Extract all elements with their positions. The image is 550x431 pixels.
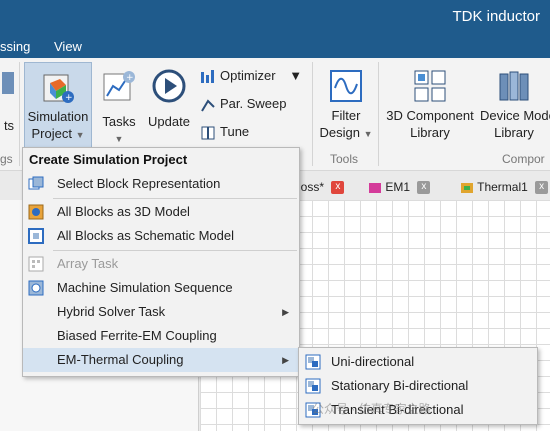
submenu-arrow-icon: ▶ [282, 355, 289, 365]
partial-tool-icon [2, 72, 14, 94]
window-title: TDK inductor [452, 8, 540, 25]
menu-item-all-blocks-schematic[interactable]: All Blocks as Schematic Model [23, 224, 299, 248]
menu-item-all-blocks-3d[interactable]: All Blocks as 3D Model [23, 200, 299, 224]
document-tabs: loss* x EM1 x Thermal1 x [290, 176, 550, 198]
optimizer-button[interactable]: Optimizer ▼ [200, 68, 302, 85]
components-group-label: Compor [502, 152, 545, 166]
create-simulation-project-menu: Create Simulation Project Select Block R… [22, 147, 300, 377]
tune-icon [201, 126, 215, 140]
tasks-button[interactable]: + Tasks ▼ [96, 62, 142, 146]
coupling-icon [305, 378, 321, 394]
chevron-down-icon: ▼ [363, 129, 373, 139]
watermark: 公众号 · 仿真专家之路 [312, 402, 431, 416]
tasks-icon: + [103, 71, 135, 101]
books-library-icon [499, 71, 529, 101]
tools-group-label: Tools [330, 152, 359, 166]
close-icon[interactable]: x [535, 181, 549, 195]
block-representation-icon [28, 176, 44, 190]
menu-bar: ssing View [0, 34, 550, 58]
submenu-arrow-icon: ▶ [282, 307, 289, 317]
simulation-project-button[interactable]: + Simulation Project ▼ [24, 62, 92, 148]
menu-separator [53, 198, 297, 199]
par-sweep-button[interactable]: Par. Sweep [200, 96, 287, 113]
par-sweep-icon [201, 98, 215, 112]
menu-item-select-block-representation[interactable]: Select Block Representation [23, 172, 299, 196]
tab-em1[interactable]: EM1 x [368, 176, 431, 198]
menu-processing[interactable]: ssing [0, 39, 30, 54]
ribbon-divider [378, 62, 379, 166]
menu-item-em-thermal-coupling[interactable]: EM-Thermal Coupling ▶ [23, 348, 299, 372]
chevron-down-icon: ▼ [75, 130, 85, 140]
tune-button[interactable]: Tune [200, 124, 249, 141]
chevron-down-icon: ▼ [114, 134, 124, 144]
title-bar: TDK inductor [0, 0, 550, 34]
ribbon-divider [19, 62, 20, 166]
ribbon-divider [312, 62, 313, 166]
component-library-button[interactable]: 3D Component Library [384, 62, 476, 146]
close-icon[interactable]: x [417, 181, 431, 195]
array-task-icon [28, 256, 44, 272]
menu-item-array-task: Array Task [23, 252, 299, 276]
device-model-library-button[interactable]: Device Mode Library [478, 62, 550, 146]
filter-wave-icon [330, 70, 362, 102]
tab-thermal1[interactable]: Thermal1 x [460, 176, 549, 198]
submenu-item-stationary-bi-directional[interactable]: Stationary Bi-directional [299, 374, 537, 398]
optimizer-icon [201, 69, 214, 83]
svg-text:+: + [126, 73, 134, 83]
play-icon [152, 69, 186, 103]
machine-sequence-icon [28, 280, 44, 296]
menu-item-hybrid-solver-task[interactable]: Hybrid Solver Task ▶ [23, 300, 299, 324]
coupling-icon [305, 354, 321, 370]
menu-item-machine-simulation-sequence[interactable]: Machine Simulation Sequence [23, 276, 299, 300]
menu-separator [53, 250, 297, 251]
partial-group-label: gs [0, 152, 13, 166]
update-button[interactable]: Update [146, 62, 192, 146]
component-library-icon [414, 70, 446, 102]
partial-ribbon-button[interactable]: ts [0, 62, 18, 134]
simulation-project-icon: + [43, 74, 74, 103]
close-icon[interactable]: x [331, 181, 345, 195]
chevron-down-icon: ▼ [289, 68, 303, 83]
menu-header: Create Simulation Project [29, 152, 188, 167]
submenu-item-uni-directional[interactable]: Uni-directional [299, 350, 537, 374]
svg-text:+: + [65, 93, 73, 103]
3d-model-icon [28, 204, 44, 220]
filter-design-button[interactable]: Filter Design ▼ [318, 62, 374, 146]
tab-loss[interactable]: loss* x [298, 176, 345, 198]
schematic-model-icon [28, 228, 44, 244]
thermal-icon [461, 182, 473, 193]
menu-view[interactable]: View [54, 39, 82, 54]
menu-item-biased-ferrite-em-coupling[interactable]: Biased Ferrite-EM Coupling [23, 324, 299, 348]
em-icon [369, 182, 381, 193]
